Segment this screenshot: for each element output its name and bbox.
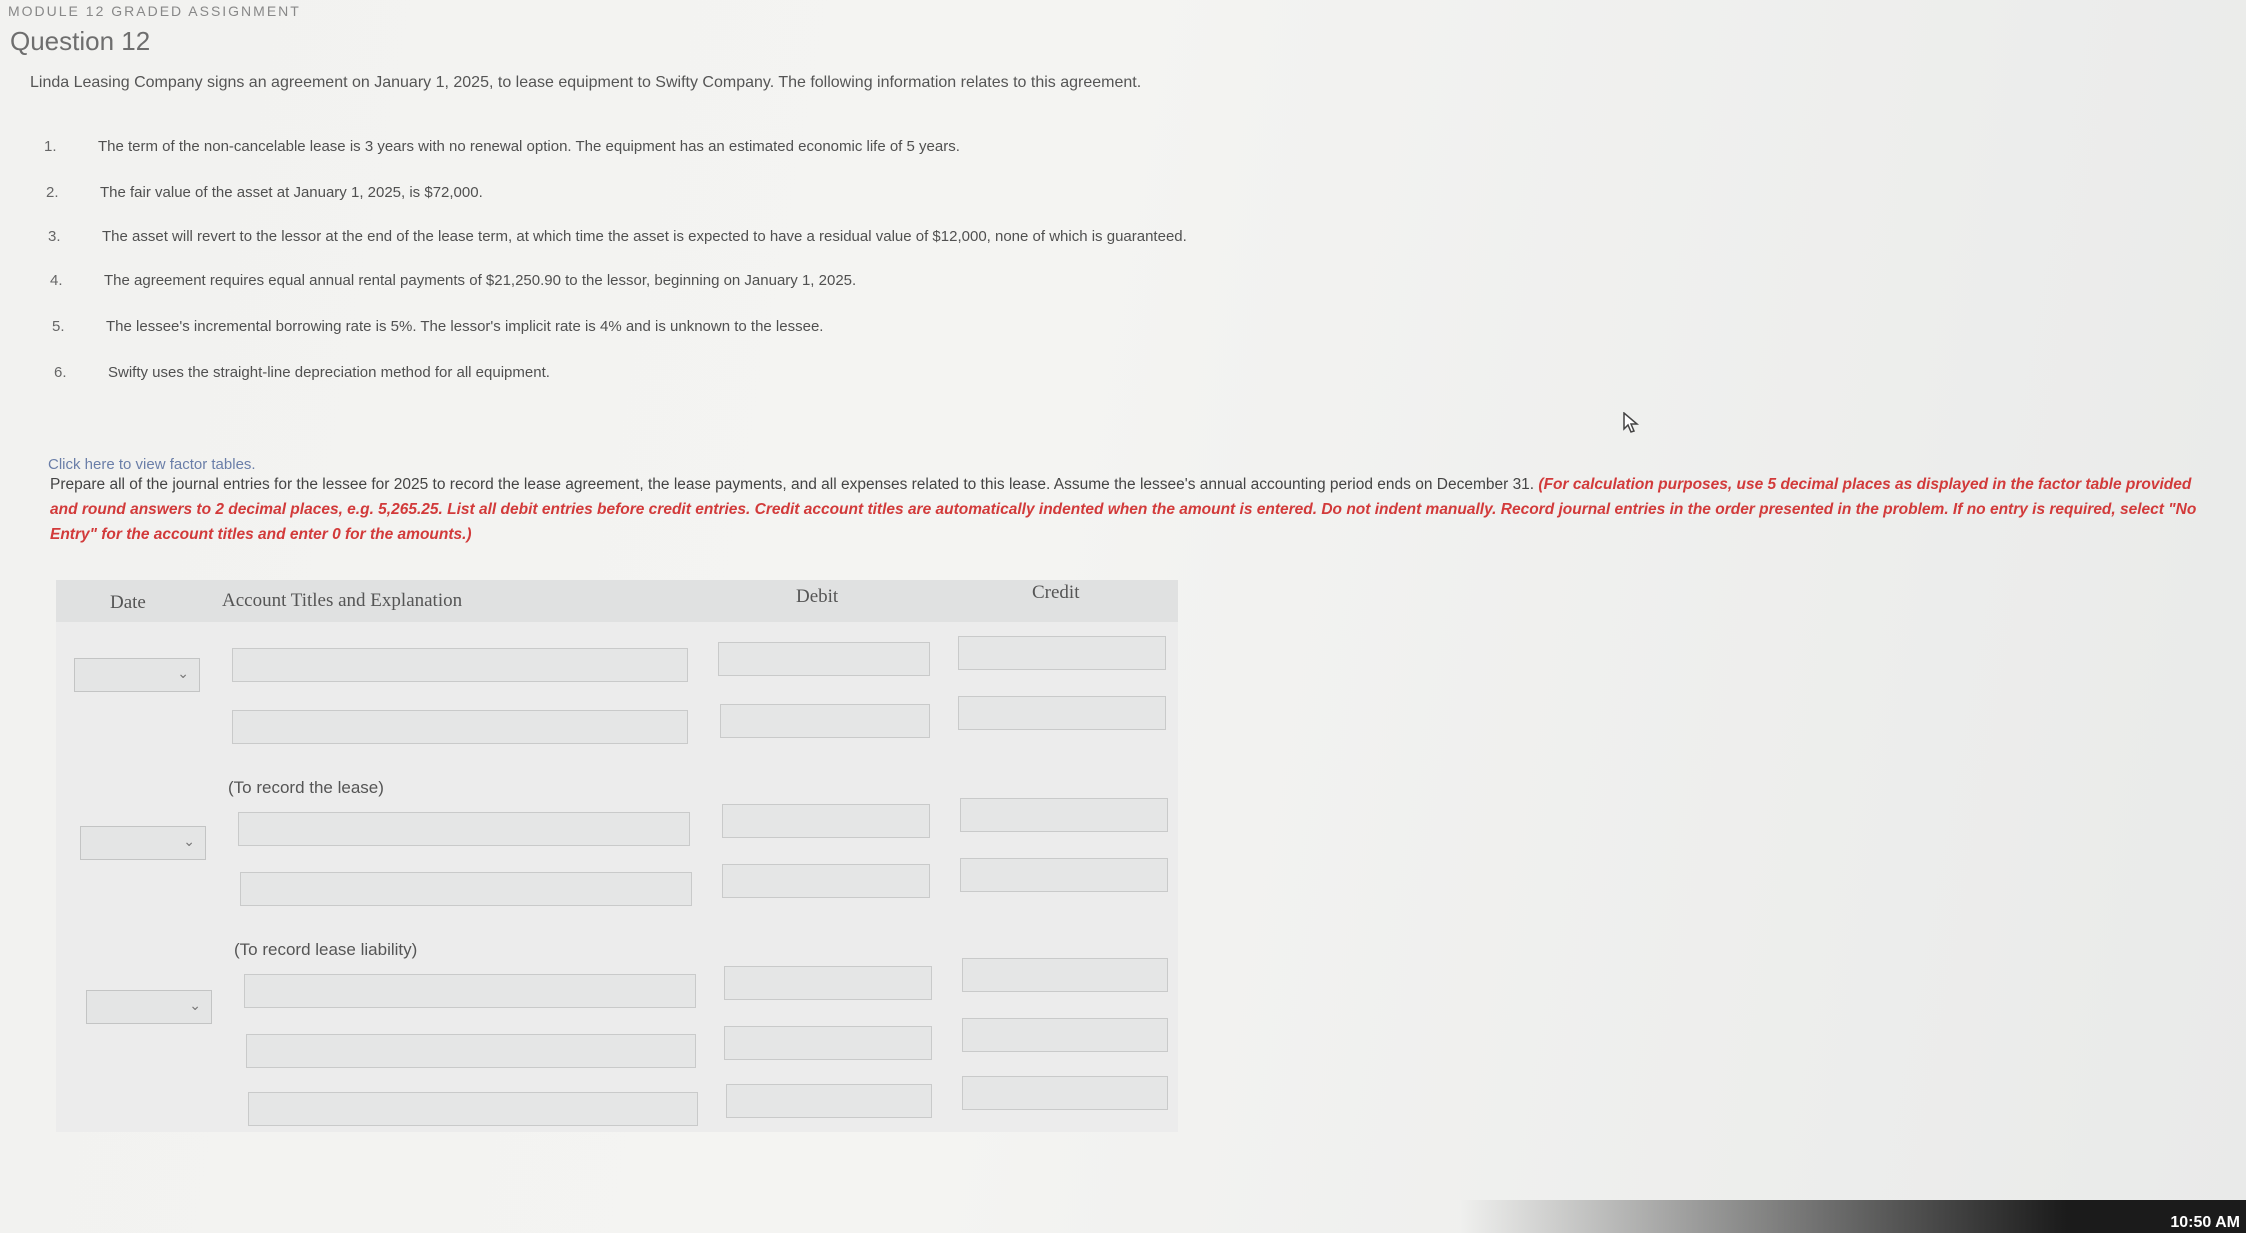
debit-input[interactable] [718, 642, 930, 676]
header-date: Date [110, 592, 146, 613]
account-title-input[interactable] [244, 974, 696, 1008]
module-label: MODULE 12 GRADED ASSIGNMENT [8, 3, 301, 19]
taskbar [0, 1200, 2246, 1233]
credit-input[interactable] [958, 636, 1166, 670]
entry-memo: (To record the lease) [228, 778, 384, 797]
debit-input[interactable] [724, 966, 932, 1000]
item-number: 5. [52, 318, 65, 335]
instructions-text: Prepare all of the journal entries for t… [50, 476, 1539, 493]
date-select[interactable]: ⌄ [80, 826, 206, 860]
item-number: 2. [46, 184, 59, 201]
journal-entry-table: Date Account Titles and Explanation Debi… [56, 580, 1178, 1132]
question-title: Question 12 [10, 26, 151, 56]
account-title-input[interactable] [238, 812, 690, 846]
item-number: 1. [44, 138, 57, 155]
account-title-input[interactable] [232, 710, 688, 744]
header-account: Account Titles and Explanation [222, 590, 463, 611]
credit-input[interactable] [962, 1018, 1168, 1052]
factor-tables-link[interactable]: Click here to view factor tables. [48, 456, 256, 473]
credit-input[interactable] [958, 696, 1166, 730]
chevron-down-icon: ⌄ [177, 665, 189, 681]
item-number: 6. [54, 364, 67, 381]
item-text: The fair value of the asset at January 1… [100, 184, 483, 201]
table-header: Date Account Titles and Explanation Debi… [56, 580, 1178, 622]
entry-memo: (To record lease liability) [234, 940, 418, 959]
item-text: Swifty uses the straight-line depreciati… [108, 364, 550, 381]
item-text: The term of the non-cancelable lease is … [98, 138, 960, 155]
item-text: The lessee's incremental borrowing rate … [106, 318, 824, 335]
header-debit: Debit [796, 586, 839, 607]
debit-input[interactable] [726, 1084, 932, 1118]
account-title-input[interactable] [240, 872, 692, 906]
account-title-input[interactable] [246, 1034, 696, 1068]
mouse-pointer-icon [1623, 412, 1640, 433]
account-title-input[interactable] [248, 1092, 698, 1126]
date-select[interactable]: ⌄ [86, 990, 212, 1024]
item-number: 4. [50, 272, 63, 289]
credit-input[interactable] [962, 1076, 1168, 1110]
item-text: The agreement requires equal annual rent… [104, 272, 857, 289]
date-select[interactable]: ⌄ [74, 658, 200, 692]
header-credit: Credit [1032, 582, 1080, 603]
chevron-down-icon: ⌄ [183, 833, 195, 849]
debit-input[interactable] [720, 704, 930, 738]
item-number: 3. [48, 228, 61, 245]
credit-input[interactable] [960, 798, 1168, 832]
instructions: Prepare all of the journal entries for t… [50, 472, 2200, 547]
account-title-input[interactable] [232, 648, 688, 682]
taskbar-clock[interactable]: 10:50 AM [2170, 1214, 2240, 1232]
credit-input[interactable] [960, 858, 1168, 892]
debit-input[interactable] [724, 1026, 932, 1060]
chevron-down-icon: ⌄ [189, 997, 201, 1013]
debit-input[interactable] [722, 804, 930, 838]
problem-intro: Linda Leasing Company signs an agreement… [30, 74, 1142, 91]
credit-input[interactable] [962, 958, 1168, 992]
debit-input[interactable] [722, 864, 930, 898]
item-text: The asset will revert to the lessor at t… [102, 228, 1187, 245]
